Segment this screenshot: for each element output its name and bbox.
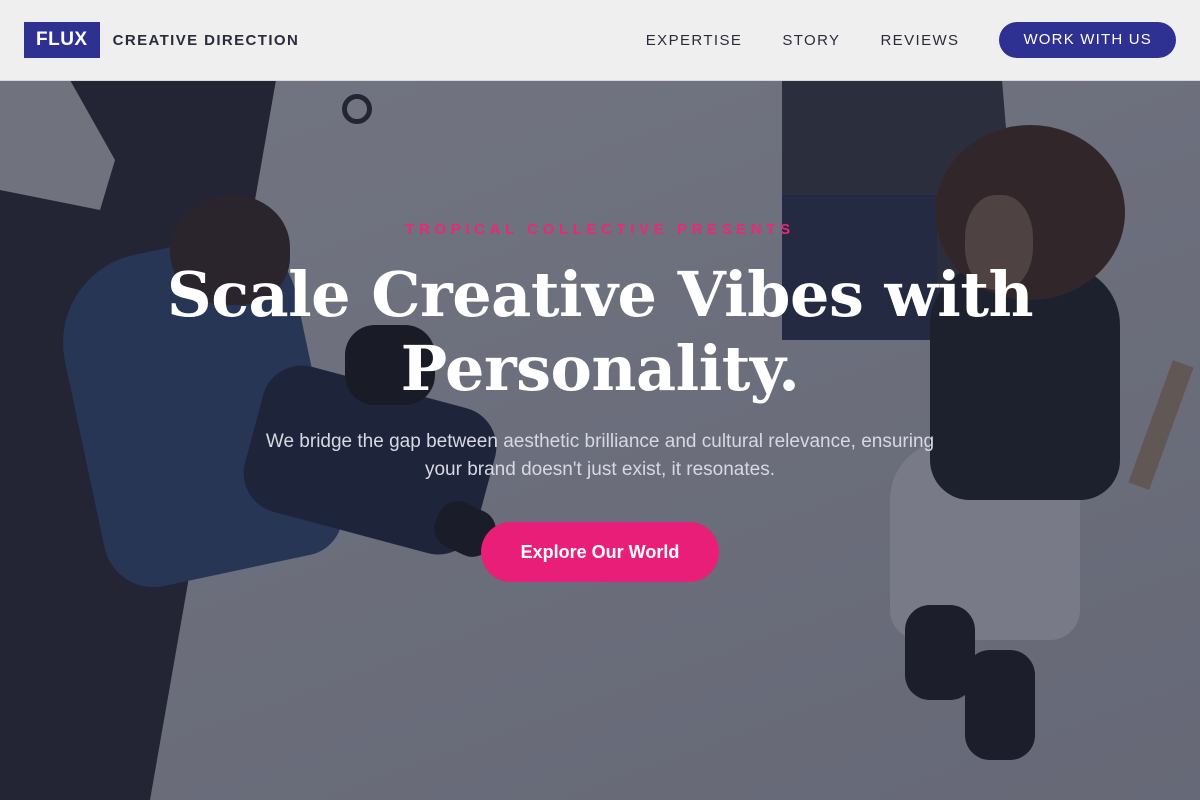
- nav-link-reviews[interactable]: REVIEWS: [880, 32, 959, 49]
- nav-link-expertise[interactable]: EXPERTISE: [646, 32, 743, 49]
- top-navbar: FLUX CREATIVE DIRECTION EXPERTISE STORY …: [0, 0, 1200, 81]
- hero-headline: Scale Creative Vibes with Personality.: [166, 258, 1034, 405]
- hero-subtext: We bridge the gap between aesthetic bril…: [265, 431, 935, 480]
- hero-eyebrow: TROPICAL COLLECTIVE PRESENTS: [405, 221, 795, 238]
- brand-logo[interactable]: FLUX: [24, 22, 100, 58]
- brand-tagline: CREATIVE DIRECTION: [112, 31, 300, 49]
- nav-links: EXPERTISE STORY REVIEWS: [646, 32, 960, 49]
- explore-button[interactable]: Explore Our World: [481, 522, 719, 582]
- nav-link-story[interactable]: STORY: [782, 32, 840, 49]
- hero-section: TROPICAL COLLECTIVE PRESENTS Scale Creat…: [0, 0, 1200, 800]
- work-with-us-button[interactable]: WORK WITH US: [999, 22, 1176, 58]
